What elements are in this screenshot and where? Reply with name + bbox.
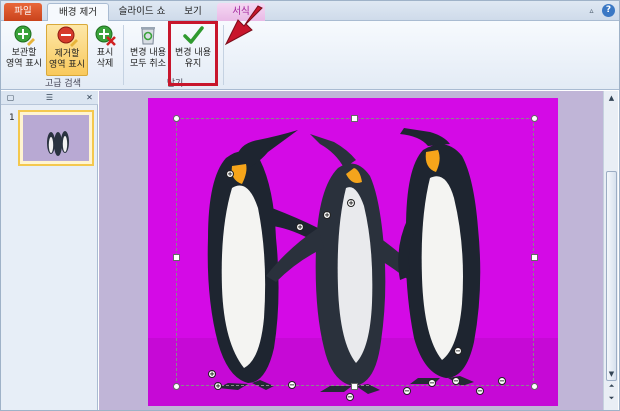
previous-slide-icon[interactable]: ⏶ (606, 381, 617, 391)
slide-thumbnail-image (23, 115, 89, 161)
help-icon[interactable]: ? (602, 4, 615, 17)
scrollbar-thumb[interactable] (606, 171, 617, 381)
remove-mark-icon[interactable]: − (403, 387, 411, 395)
tab-background-removal[interactable]: 배경 제거 (47, 3, 109, 22)
resize-handle-top-right[interactable] (531, 115, 538, 122)
remove-mark-icon[interactable]: − (476, 387, 484, 395)
discard-all-changes-button[interactable]: 변경 내용 모두 취소 (127, 24, 169, 76)
keep-mark-icon[interactable]: + (347, 199, 355, 207)
resize-handle-right[interactable] (531, 254, 538, 261)
selection-rectangle[interactable] (176, 118, 534, 386)
slides-panel: ▢ ☰ ✕ 1 (1, 91, 98, 410)
tab-file[interactable]: 파일 (4, 3, 42, 21)
resize-handle-bottom-right[interactable] (531, 383, 538, 390)
resize-handle-left[interactable] (173, 254, 180, 261)
group-refine-label: 고급 검색 (45, 79, 81, 89)
resize-handle-top[interactable] (351, 115, 358, 122)
keep-mark-icon[interactable]: + (226, 170, 234, 178)
recycle-bin-icon (141, 27, 155, 45)
tab-slideshow[interactable]: 슬라이드 쇼 (111, 3, 173, 21)
resize-handle-bottom[interactable] (351, 383, 358, 390)
tab-view[interactable]: 보기 (173, 3, 213, 21)
delete-mark-icon (95, 25, 116, 46)
slide-thumbnail[interactable] (18, 110, 94, 166)
mark-areas-to-remove-button[interactable]: 제거할 영역 표시 (46, 24, 88, 76)
keep-mark-icon[interactable]: + (323, 211, 331, 219)
next-slide-icon[interactable]: ⏷ (606, 393, 617, 403)
slide-number: 1 (9, 113, 15, 123)
remove-mark-icon[interactable]: − (452, 377, 460, 385)
minus-pencil-icon (57, 26, 78, 47)
mark-remove-label-1: 제거할 (54, 49, 80, 59)
scroll-down-icon[interactable]: ▼ (606, 369, 617, 379)
scroll-up-icon[interactable]: ▲ (606, 93, 617, 103)
remove-mark-icon[interactable]: − (454, 347, 462, 355)
resize-handle-bottom-left[interactable] (173, 383, 180, 390)
slides-panel-header: ▢ ☰ ✕ (1, 91, 98, 105)
outline-tab-icon[interactable]: ☰ (45, 93, 54, 102)
remove-mark-icon[interactable]: − (288, 381, 296, 389)
pointer-arrow-icon (224, 5, 263, 46)
keep-mark-icon[interactable]: + (296, 223, 304, 231)
highlight-box (168, 21, 218, 86)
delete-mark-button[interactable]: 표시 삭제 (90, 24, 120, 76)
ribbon: 보관할 영역 표시 제거할 영역 표시 표시 삭제 고급 검색 변경 내용 모두… (1, 21, 619, 90)
delete-mark-label-2: 삭제 (96, 59, 114, 69)
remove-mark-icon[interactable]: − (346, 393, 354, 401)
discard-label-2: 모두 취소 (130, 59, 166, 69)
mark-keep-label-1: 보관할 (11, 48, 37, 58)
mark-remove-label-2: 영역 표시 (49, 60, 85, 70)
ribbon-minimize-icon[interactable]: ▵ (586, 5, 597, 16)
keep-mark-icon[interactable]: + (214, 382, 222, 390)
vertical-scrollbar[interactable]: ▲ ▼ ⏶ ⏷ (603, 91, 618, 410)
close-panel-icon[interactable]: ✕ (85, 93, 94, 102)
resize-handle-top-left[interactable] (173, 115, 180, 122)
slides-tab-icon[interactable]: ▢ (6, 93, 15, 102)
penguin-thumbnail-icon (23, 115, 89, 161)
plus-pencil-icon (14, 25, 35, 46)
remove-mark-icon[interactable]: − (428, 379, 436, 387)
remove-mark-icon[interactable]: − (498, 377, 506, 385)
mark-keep-label-2: 영역 표시 (6, 59, 42, 69)
group-separator (123, 25, 124, 85)
delete-mark-label-1: 표시 (96, 48, 114, 58)
mark-areas-to-keep-button[interactable]: 보관할 영역 표시 (5, 24, 43, 76)
discard-label-1: 변경 내용 (130, 48, 166, 58)
ribbon-tab-bar: 파일 배경 제거 슬라이드 쇼 보기 서식 ▵ ? (1, 1, 619, 22)
keep-mark-icon[interactable]: + (208, 370, 216, 378)
